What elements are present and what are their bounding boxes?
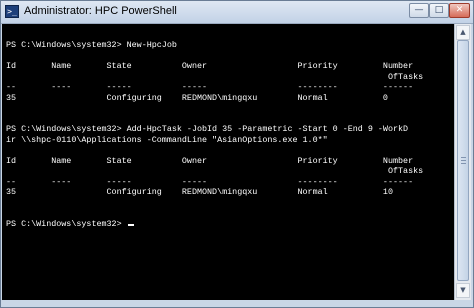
console-output: PS C:\Windows\system32> New-HpcJob Id Na…: [6, 40, 423, 229]
console-area[interactable]: PS C:\Windows\system32> New-HpcJob Id Na…: [2, 24, 454, 300]
minimize-button[interactable]: —: [409, 3, 429, 18]
powershell-window: >_ Administrator: HPC PowerShell — □ ✕ P…: [0, 0, 474, 308]
vertical-scrollbar[interactable]: ▲ ▼: [454, 24, 471, 300]
window-title: Administrator: HPC PowerShell: [24, 5, 177, 17]
thumb-grip-line: [461, 160, 466, 161]
scroll-down-arrow[interactable]: ▼: [456, 283, 470, 298]
window-bottom-border: [2, 300, 472, 307]
thumb-grip-line: [461, 163, 466, 164]
close-button[interactable]: ✕: [449, 3, 470, 18]
powershell-icon: >_: [5, 5, 19, 18]
scroll-thumb[interactable]: [457, 40, 469, 281]
maximize-button[interactable]: □: [429, 3, 449, 18]
text-cursor: [127, 223, 134, 226]
scroll-up-arrow[interactable]: ▲: [456, 25, 470, 40]
title-bar[interactable]: >_ Administrator: HPC PowerShell — □ ✕: [1, 1, 473, 24]
thumb-grip-line: [461, 157, 466, 158]
console-text: PS C:\Windows\system32> New-HpcJob Id Na…: [6, 40, 424, 229]
